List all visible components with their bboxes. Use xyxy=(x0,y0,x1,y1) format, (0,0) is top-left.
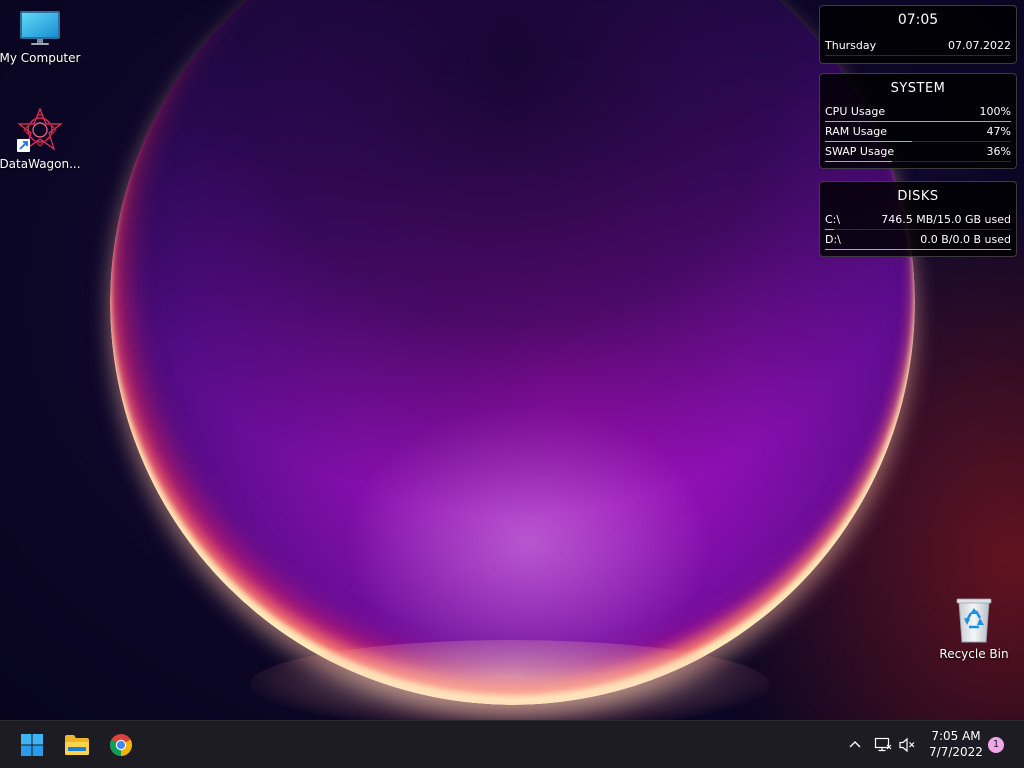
wallpaper-orb-glow xyxy=(250,640,770,720)
notification-badge[interactable]: 1 xyxy=(988,737,1004,753)
taskbar-clock[interactable]: 7:05 AM 7/7/2022 xyxy=(925,728,987,760)
desktop-icon-label: Recycle Bin xyxy=(939,647,1009,661)
taskbar-date: 7/7/2022 xyxy=(929,745,983,759)
ram-usage-label: RAM Usage xyxy=(825,125,887,138)
desktop-icon-datawagon[interactable]: DataWagon... xyxy=(0,106,81,171)
windows-start-icon xyxy=(21,734,43,756)
datawagon-logo-icon xyxy=(17,107,63,152)
disk-d-label: D:\ xyxy=(825,233,841,246)
volume-muted-icon xyxy=(899,737,915,753)
system-row-swap: SWAP Usage 36% xyxy=(825,142,1011,162)
network-icon xyxy=(874,737,892,752)
widget-clock-date-row: Thursday 07.07.2022 xyxy=(825,36,1011,56)
desktop-icon-label: My Computer xyxy=(0,51,81,65)
start-button[interactable] xyxy=(14,727,50,763)
chrome-button[interactable] xyxy=(103,727,139,763)
taskbar-time: 7:05 AM xyxy=(931,729,981,743)
widget-clock-time: 07:05 xyxy=(897,12,939,28)
volume-button[interactable] xyxy=(897,735,917,755)
system-row-ram: RAM Usage 47% xyxy=(825,122,1011,142)
swap-usage-label: SWAP Usage xyxy=(825,145,895,158)
system-row-cpu: CPU Usage 100% xyxy=(825,102,1011,122)
widget-clock-date: 07.07.2022 xyxy=(948,39,1011,52)
taskbar: 7:05 AM 7/7/2022 1 xyxy=(0,720,1024,768)
cpu-usage-value: 100% xyxy=(979,105,1011,118)
swap-usage-bar xyxy=(825,161,892,162)
ram-usage-value: 47% xyxy=(986,125,1011,138)
wallpaper-orb xyxy=(110,0,915,705)
swap-usage-value: 36% xyxy=(986,145,1011,158)
widget-clock-day: Thursday xyxy=(825,39,877,52)
desktop-icon-my-computer[interactable]: My Computer xyxy=(0,8,80,65)
disk-row-c: C:\ 746.5 MB/15.0 GB used xyxy=(825,210,1011,230)
disk-c-label: C:\ xyxy=(825,213,841,226)
disk-c-value: 746.5 MB/15.0 GB used xyxy=(881,213,1011,226)
desktop-icon-label: DataWagon... xyxy=(0,157,81,171)
chrome-icon xyxy=(110,734,132,756)
disks-widget-title: DISKS xyxy=(897,189,939,204)
recycle-bin-icon xyxy=(956,598,992,643)
folder-icon xyxy=(65,735,89,755)
system-widget: SYSTEM CPU Usage 100% RAM Usage 47% SWAP… xyxy=(819,73,1017,169)
monitor-icon xyxy=(20,11,60,45)
disk-d-value: 0.0 B/0.0 B used xyxy=(920,233,1011,246)
file-explorer-button[interactable] xyxy=(59,727,95,763)
cpu-usage-label: CPU Usage xyxy=(825,105,886,118)
disk-d-bar xyxy=(825,249,1011,250)
desktop-icon-recycle-bin[interactable]: Recycle Bin xyxy=(934,596,1014,661)
network-button[interactable] xyxy=(873,735,893,755)
disk-row-d: D:\ 0.0 B/0.0 B used xyxy=(825,230,1011,250)
system-widget-title: SYSTEM xyxy=(890,81,946,96)
show-hidden-icons-button[interactable] xyxy=(845,735,865,755)
clock-widget: 07:05 Thursday 07.07.2022 xyxy=(819,5,1017,64)
chevron-up-icon xyxy=(849,741,861,748)
disks-widget: DISKS C:\ 746.5 MB/15.0 GB used D:\ 0.0 … xyxy=(819,181,1017,257)
